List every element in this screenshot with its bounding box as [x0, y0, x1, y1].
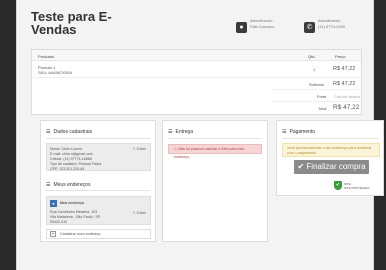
- cart-header-qty: Qtd.: [308, 54, 316, 59]
- contact-chat[interactable]: ● Atendimento Fale Conosco: [236, 18, 275, 33]
- cart-item-qty: 1: [313, 67, 316, 72]
- total-label: Total: [318, 106, 327, 111]
- location-pin-icon: ●: [50, 200, 57, 207]
- shield-check-icon: ✔: [334, 181, 342, 190]
- cart-summary: Produtos Qtd. Preço Produto 1 SKU: A4456…: [31, 49, 362, 115]
- finalize-purchase-label: Finalizar compra: [306, 162, 366, 171]
- delivery-alert: ⚠ Não foi possível calcular o frete para…: [168, 144, 262, 159]
- personal-data-title: Dados cadastrais: [53, 129, 93, 135]
- personal-info-box: ✎ Editar Nome: Chris Lucero E-mail: chri…: [46, 143, 151, 171]
- list-icon: ☰: [168, 129, 173, 135]
- personal-data-panel: ☰ Dados cadastrais ✎ Editar Nome: Chris …: [40, 120, 156, 242]
- list-icon: ☰: [282, 129, 287, 135]
- payment-title: Pagamento: [289, 129, 316, 135]
- contact-phone[interactable]: ✆ Atendimento (11) 9774-1000: [304, 18, 345, 33]
- contact-chat-line2: Fale Conosco: [250, 24, 275, 29]
- warning-icon: ⚠: [174, 147, 178, 151]
- edit-icon: ✎: [132, 211, 136, 215]
- seal-line2: SITE PROTEGIDO: [344, 185, 370, 190]
- shipping-value: Calcule abaixo: [334, 94, 361, 99]
- cart-item-sku: SKU: A44567X5X6: [38, 70, 72, 75]
- address-edit-label: Editar: [136, 211, 146, 215]
- subtotal-value: R$ 47,22: [333, 81, 356, 87]
- personal-edit-link[interactable]: ✎ Editar: [133, 147, 146, 151]
- address-line3: 05432-010: [50, 220, 68, 224]
- list-icon: ☰: [46, 129, 51, 135]
- shipping-label: Frete: [317, 94, 327, 99]
- edit-icon: ✎: [132, 147, 136, 151]
- contact-phone-line2: (11) 9774-1000: [318, 24, 346, 29]
- chat-icon: ●: [236, 22, 247, 33]
- cart-header-row: Produtos Qtd. Preço: [32, 50, 361, 61]
- address-name: Meu endereço: [60, 201, 85, 205]
- phone-icon: ✆: [304, 22, 315, 33]
- checkout-page: Teste para E-Vendas ● Atendimento Fale C…: [16, 0, 384, 270]
- address-edit-link[interactable]: ✎ Editar: [133, 211, 146, 215]
- secure-site-seal: ✔ SITE SITE PROTEGIDO: [334, 181, 370, 190]
- address-card-selected[interactable]: ● Meu endereço ✎ Editar Rua Cavalheiro M…: [46, 196, 151, 225]
- personal-cpf: CPF: 123.321.220-84: [50, 167, 85, 171]
- add-address-label: Cadastrar novo endereço: [60, 232, 101, 236]
- check-icon: ✔: [297, 162, 305, 171]
- cart-item-price: R$ 47,22: [333, 66, 356, 72]
- payment-alert: Você precisa informar o seu endereço par…: [282, 143, 380, 157]
- store-title: Teste para E-Vendas: [31, 9, 112, 37]
- add-address-button[interactable]: + Cadastrar novo endereço: [46, 229, 151, 239]
- total-value: R$ 47,22: [333, 104, 360, 111]
- personal-edit-label: Editar: [136, 147, 146, 151]
- payment-panel: ☰ Pagamento Você precisa informar o seu …: [276, 120, 384, 196]
- delivery-panel: ☰ Entrega ⚠ Não foi possível calcular o …: [162, 120, 268, 242]
- plus-icon: +: [50, 231, 56, 237]
- cart-header-product: Produtos: [38, 54, 55, 59]
- finalize-purchase-button[interactable]: ✔ Finalizar compra: [294, 160, 369, 174]
- delivery-alert-text: Não foi possível calcular o frete para e…: [174, 147, 245, 159]
- list-icon: ☰: [46, 182, 51, 188]
- delivery-title: Entrega: [175, 129, 193, 135]
- subtotal-label: Subtotal: [309, 82, 324, 87]
- addresses-title: Meus endereços: [53, 182, 91, 188]
- cart-header-price: Preço: [335, 54, 346, 59]
